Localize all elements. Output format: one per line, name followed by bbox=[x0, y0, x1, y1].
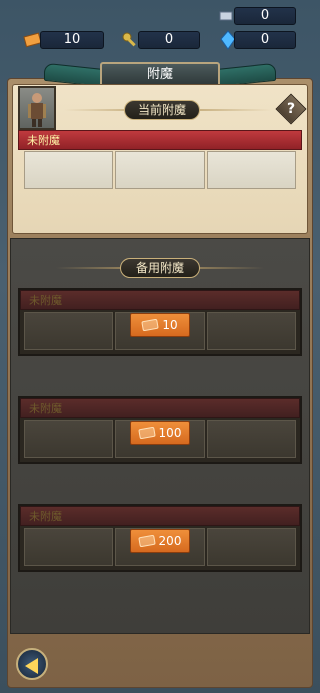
ticket-icon bbox=[137, 426, 156, 440]
current-slot-cells bbox=[24, 151, 296, 189]
current-slot-label: 未附魔 bbox=[18, 130, 302, 150]
backup-slot-cell bbox=[24, 420, 114, 458]
backup-slot-cell bbox=[206, 312, 296, 350]
unlock-cost: 10 bbox=[162, 318, 178, 332]
weapon-icon bbox=[216, 6, 236, 26]
current-enchant-title: 当前附魔 bbox=[124, 100, 200, 120]
current-slot-cell bbox=[206, 151, 296, 189]
key-count: 0 bbox=[138, 31, 200, 49]
backup-slot-cell bbox=[24, 528, 114, 566]
unlock-button-200[interactable]: 200 bbox=[130, 529, 190, 553]
backup-slot-cell bbox=[206, 420, 296, 458]
backup-slot-1-label: 未附魔 bbox=[20, 290, 300, 310]
current-slot-cell bbox=[115, 151, 205, 189]
weapon-count: 0 bbox=[234, 7, 296, 25]
unlock-cost: 100 bbox=[158, 426, 182, 440]
ticket-icon bbox=[22, 30, 42, 50]
help-icon: ? bbox=[286, 101, 296, 117]
current-slot-cell bbox=[24, 151, 114, 189]
backup-slot-2-label: 未附魔 bbox=[20, 398, 300, 418]
crystal-count: 0 bbox=[234, 31, 296, 49]
backup-slot-3-label: 未附魔 bbox=[20, 506, 300, 526]
backup-slot-cell bbox=[206, 528, 296, 566]
backup-slot-cell bbox=[24, 312, 114, 350]
key-icon bbox=[120, 30, 140, 50]
unlock-cost: 200 bbox=[158, 534, 182, 548]
backup-enchant-title: 备用附魔 bbox=[120, 258, 200, 278]
unlock-button-10[interactable]: 10 bbox=[130, 313, 190, 337]
back-arrow-icon[interactable] bbox=[16, 648, 48, 680]
ticket-count: 10 bbox=[40, 31, 104, 49]
hero-avatar[interactable] bbox=[18, 86, 56, 130]
ticket-icon bbox=[137, 534, 156, 548]
unlock-button-100[interactable]: 100 bbox=[130, 421, 190, 445]
ticket-icon bbox=[141, 318, 160, 332]
